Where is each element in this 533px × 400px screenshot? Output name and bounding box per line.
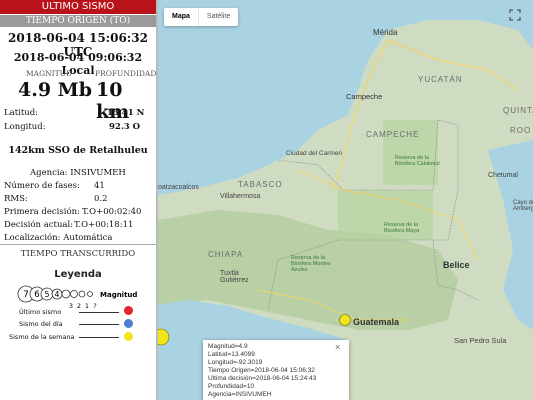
info-profundidad: Profundidad=10 — [208, 383, 255, 390]
current-decision-value: T.O+00:18:11 — [74, 220, 134, 230]
map-label-campeche-state: CAMPECHE — [366, 130, 420, 139]
legend-last-label: Último sismo — [19, 308, 62, 316]
info-latitud: Latitud=13.4099 — [208, 351, 255, 358]
quake-marker-yellow-2 — [339, 314, 351, 326]
magnitud-label: Magnitud — [100, 291, 137, 299]
first-decision-label: Primera decisión: — [4, 207, 80, 217]
mag-label-6: 6 — [34, 290, 39, 300]
map-label-tuxtla: Tuxtla Gutiérrez — [220, 270, 249, 284]
map-label-roo: ROO — [510, 126, 532, 135]
map-label-calakmul: Reserva de la Biósfera Calakmul — [395, 155, 440, 167]
rms-label: RMS: — [4, 194, 28, 204]
map-label-quintana: QUINTA — [503, 106, 533, 115]
legend-line — [79, 337, 119, 338]
info-ultima-decision: Ultima decisión=2018-06-04 15:24:43 — [208, 375, 317, 382]
map-label-merida: Mérida — [373, 28, 398, 37]
map-label-ciudad-del-carmen: Ciudad del Carmen — [286, 150, 343, 157]
map-label-coatzacoalcos: oatzacoalcos — [158, 184, 199, 191]
phases-value: 41 — [94, 181, 105, 191]
localization-text: Localización: Automática — [4, 233, 113, 243]
map-label-montes-azules: Reserva de la Biosfera Montes Azules — [291, 255, 331, 273]
map-label-san-pedro-sula: San Pedro Sula — [454, 336, 507, 345]
info-magnitud: Magnitud=4.9 — [208, 343, 248, 350]
mag-label-1: 1 — [85, 302, 89, 310]
mag-label-7: 7 — [23, 290, 29, 300]
map-type-control: Mapa Satélite — [164, 8, 239, 26]
map-label-chetumal: Chetumal — [488, 172, 518, 179]
map-label-chiapas: CHIAPA — [208, 250, 244, 259]
map-label-campeche-city: Campeche — [346, 92, 383, 101]
elapsed-time-header: TIEMPO TRANSCURRIDO — [20, 249, 136, 259]
map-type-map-button[interactable]: Mapa — [164, 8, 198, 26]
map-type-satellite-button[interactable]: Satélite — [197, 8, 238, 26]
info-agencia: Agencia=INSIVUMEH — [208, 391, 272, 398]
fullscreen-icon — [509, 9, 521, 21]
magnitude-value: 4.9 Mb — [18, 79, 92, 101]
legend-line — [79, 324, 119, 325]
location-text: 142km SSO de Retalhuleu — [8, 145, 148, 156]
magnitude-label: MAGNITUD — [26, 69, 72, 78]
mag-label-2: 2 — [77, 302, 81, 310]
legend-week-label: Sismo de la semana — [9, 333, 75, 341]
longitude-value: 92.3 O — [109, 122, 141, 132]
earthquake-info-panel: ULTIMO SISMO TIEMPO ORIGEN (TO) 2018-06-… — [0, 0, 158, 400]
legend-day-label: Sismo del día — [19, 320, 63, 328]
depth-label: PROFUNDIDAD — [95, 69, 157, 78]
map-label-villahermosa: Villahermosa — [220, 193, 261, 200]
map-label-guatemala: Guatemala — [353, 317, 400, 327]
latitude-value: 13.41 N — [107, 108, 145, 118]
legend-blue-dot — [124, 319, 133, 328]
origin-time-header: TIEMPO ORIGEN (TO) — [0, 15, 156, 27]
earthquake-info-window: Magnitud=4.9 Latitud=13.4099 Longitud=-9… — [203, 340, 349, 400]
fullscreen-button[interactable] — [505, 5, 525, 25]
mag-circle-2 — [70, 290, 78, 298]
map-label-maya-reserve: Reserva de la Biosfera Maya — [384, 222, 420, 234]
latitude-label: Latitud: — [4, 108, 39, 118]
info-longitud: Longitud=-92.3019 — [208, 359, 263, 366]
current-decision-label: Decisión actual: — [4, 220, 74, 230]
mag-label-5: 5 — [44, 290, 49, 299]
map-label-cayo: Cayo de Ambergris — [513, 200, 533, 212]
legend-line — [79, 312, 119, 313]
rms-value: 0.2 — [94, 194, 108, 204]
phases-label: Número de fases: — [4, 181, 80, 191]
info-close-icon[interactable]: × — [335, 342, 340, 352]
mag-label-unknown: ? — [93, 302, 96, 310]
agency-text: Agencia: INSIVUMEH — [30, 168, 126, 178]
divider — [0, 244, 156, 245]
mag-circle-1 — [78, 290, 86, 298]
legend-red-dot — [124, 306, 133, 315]
mag-label-3: 3 — [69, 302, 73, 310]
mag-circle-unknown — [87, 291, 93, 297]
map-label-yucatan: YUCATÁN — [418, 75, 463, 84]
mag-circle-3 — [61, 289, 71, 299]
legend-yellow-dot — [124, 332, 133, 341]
mag-label-4: 4 — [55, 290, 60, 299]
first-decision-value: T.O+00:02:40 — [82, 207, 142, 217]
map-label-belize: Belice — [443, 260, 470, 270]
info-tiempo-origen: Tiempo Origen=2018-06-04 15:06:32 — [208, 367, 315, 374]
map-label-tabasco: TABASCO — [238, 180, 283, 189]
longitude-label: Longitud: — [4, 122, 46, 132]
panel-header: ULTIMO SISMO — [0, 0, 156, 14]
legend-title: Leyenda — [54, 269, 102, 280]
